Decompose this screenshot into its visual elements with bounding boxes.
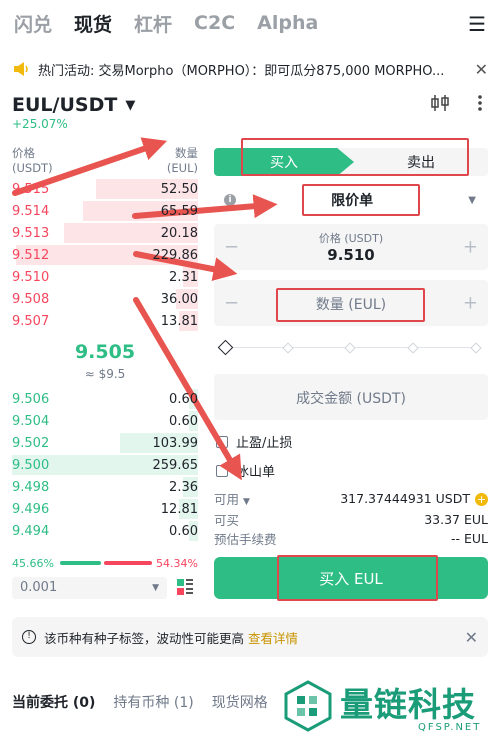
ask-price: 9.507 (12, 313, 50, 329)
bid-qty: 259.65 (152, 457, 199, 473)
watermark: 量链科技 QFSP.NET (282, 676, 492, 738)
bid-qty: 0.60 (169, 391, 198, 407)
ask-price: 9.513 (12, 225, 50, 241)
bid-qty: 2.36 (169, 479, 198, 495)
bid-price: 9.502 (12, 435, 50, 451)
watermark-site: QFSP.NET (418, 722, 482, 733)
ask-price: 9.508 (12, 291, 50, 307)
bid-qty: 103.99 (152, 435, 199, 451)
arrow-to-order-type (132, 194, 278, 219)
bid-price: 9.500 (12, 457, 50, 473)
ask-qty: 65.59 (160, 203, 198, 219)
bid-qty: 0.60 (169, 523, 198, 539)
bid-qty: 0.60 (169, 413, 198, 429)
ask-qty: 36.00 (160, 291, 198, 307)
ask-qty: 52.50 (160, 181, 198, 197)
watermark-logo (284, 680, 332, 732)
bid-price: 9.496 (12, 501, 50, 517)
ask-price: 9.514 (12, 203, 50, 219)
bid-price: 9.506 (12, 391, 50, 407)
bid-price: 9.504 (12, 413, 50, 429)
ask-qty: 229.86 (152, 247, 199, 263)
ask-qty: 2.31 (169, 269, 198, 285)
ask-qty: 13.81 (160, 313, 198, 329)
bid-qty: 12.81 (160, 501, 198, 517)
ask-qty: 20.18 (160, 225, 198, 241)
ask-price: 9.515 (12, 181, 50, 197)
bid-price: 9.498 (12, 479, 50, 495)
ask-price: 9.512 (12, 247, 50, 263)
annotation-arrows (12, 137, 278, 481)
watermark-name: 量链科技 (340, 685, 476, 724)
bid-price: 9.494 (12, 523, 50, 539)
ask-price: 9.510 (12, 269, 50, 285)
